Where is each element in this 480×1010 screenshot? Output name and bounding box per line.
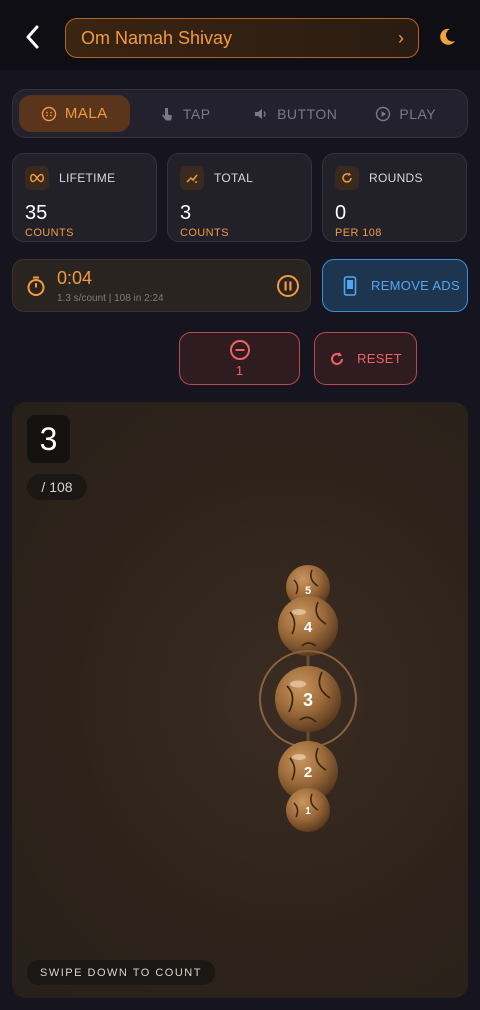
play-icon bbox=[376, 106, 391, 121]
bead-label-2: 2 bbox=[304, 764, 312, 781]
stat-value-rounds: 0 bbox=[335, 202, 347, 224]
moon-icon[interactable] bbox=[436, 26, 458, 48]
decrement-count: 1 bbox=[235, 363, 244, 378]
reset-icon bbox=[331, 351, 344, 365]
reset-button[interactable]: RESET bbox=[314, 332, 417, 385]
bead-3: 3 bbox=[275, 666, 341, 732]
session-timer: 0:04 1.3 s/count | 108 in 2:24 bbox=[12, 259, 311, 312]
mantra-selector[interactable]: Om Namah Shivay › bbox=[65, 18, 419, 58]
tab-mala-label: MALA bbox=[64, 105, 108, 122]
stat-sub-total: COUNTS bbox=[180, 227, 229, 239]
tab-play[interactable]: PLAY bbox=[351, 95, 462, 132]
speaker-icon bbox=[255, 108, 266, 119]
pause-icon[interactable] bbox=[276, 274, 300, 298]
bead-1: 1 bbox=[286, 788, 330, 832]
phone-icon bbox=[343, 275, 357, 296]
swipe-hint: SWIPE DOWN TO COUNT bbox=[27, 960, 215, 985]
mantra-name: Om Namah Shivay bbox=[81, 27, 233, 48]
bead-label-3: 3 bbox=[303, 690, 313, 710]
stopwatch-icon bbox=[27, 276, 45, 296]
minus-circle-icon bbox=[229, 340, 250, 360]
top-bar: Om Namah Shivay › bbox=[0, 0, 480, 70]
refresh-icon bbox=[335, 166, 359, 190]
stat-value-total: 3 bbox=[180, 202, 192, 224]
tab-tap-label: TAP bbox=[182, 105, 211, 122]
back-button[interactable] bbox=[18, 22, 48, 52]
target-count: / 108 bbox=[27, 474, 87, 500]
stat-sub-rounds: PER 108 bbox=[335, 227, 382, 239]
reset-label: RESET bbox=[357, 351, 402, 366]
tab-button-label: BUTTON bbox=[277, 105, 338, 122]
stat-value-lifetime: 35 bbox=[25, 202, 48, 224]
timer-value: 0:04 bbox=[57, 267, 93, 288]
tab-tap[interactable]: TAP bbox=[130, 95, 241, 132]
current-count: 3 bbox=[27, 415, 70, 463]
mode-tabs: MALA TAP BUTTON PLAY bbox=[12, 89, 468, 138]
stat-card-lifetime: LIFETIME 35 COUNTS bbox=[12, 153, 157, 242]
bead-label-5: 5 bbox=[305, 585, 311, 597]
sparkle-icon bbox=[180, 166, 204, 190]
stat-card-rounds: ROUNDS 0 PER 108 bbox=[322, 153, 467, 242]
remove-ads-button[interactable]: REMOVE ADS bbox=[322, 259, 468, 312]
tab-mala[interactable]: MALA bbox=[19, 95, 130, 132]
stat-sub-lifetime: COUNTS bbox=[25, 227, 74, 239]
bead-4: 4 bbox=[278, 596, 338, 656]
stat-label-rounds: ROUNDS bbox=[369, 171, 423, 185]
stat-label-lifetime: LIFETIME bbox=[59, 171, 116, 185]
mala-icon bbox=[41, 106, 57, 121]
bead-label-1: 1 bbox=[305, 806, 311, 817]
back-arrow-icon bbox=[26, 25, 39, 49]
decrement-button[interactable]: 1 bbox=[179, 332, 300, 385]
tap-icon bbox=[161, 107, 172, 120]
bead-label-4: 4 bbox=[304, 619, 313, 636]
remove-ads-label: REMOVE ADS bbox=[371, 278, 460, 293]
chevron-right-icon: › bbox=[398, 27, 404, 48]
tab-play-label: PLAY bbox=[399, 105, 437, 122]
infinity-icon bbox=[25, 166, 49, 190]
stat-card-total: TOTAL 3 COUNTS bbox=[167, 153, 312, 242]
mala-stage[interactable]: 5 4 3 2 1 3 / 108 SWIPE DOWN TO COUNT bbox=[12, 402, 468, 998]
timer-rate: 1.3 s/count | 108 in 2:24 bbox=[57, 292, 164, 304]
tab-button[interactable]: BUTTON bbox=[240, 95, 351, 132]
stat-label-total: TOTAL bbox=[214, 171, 254, 185]
